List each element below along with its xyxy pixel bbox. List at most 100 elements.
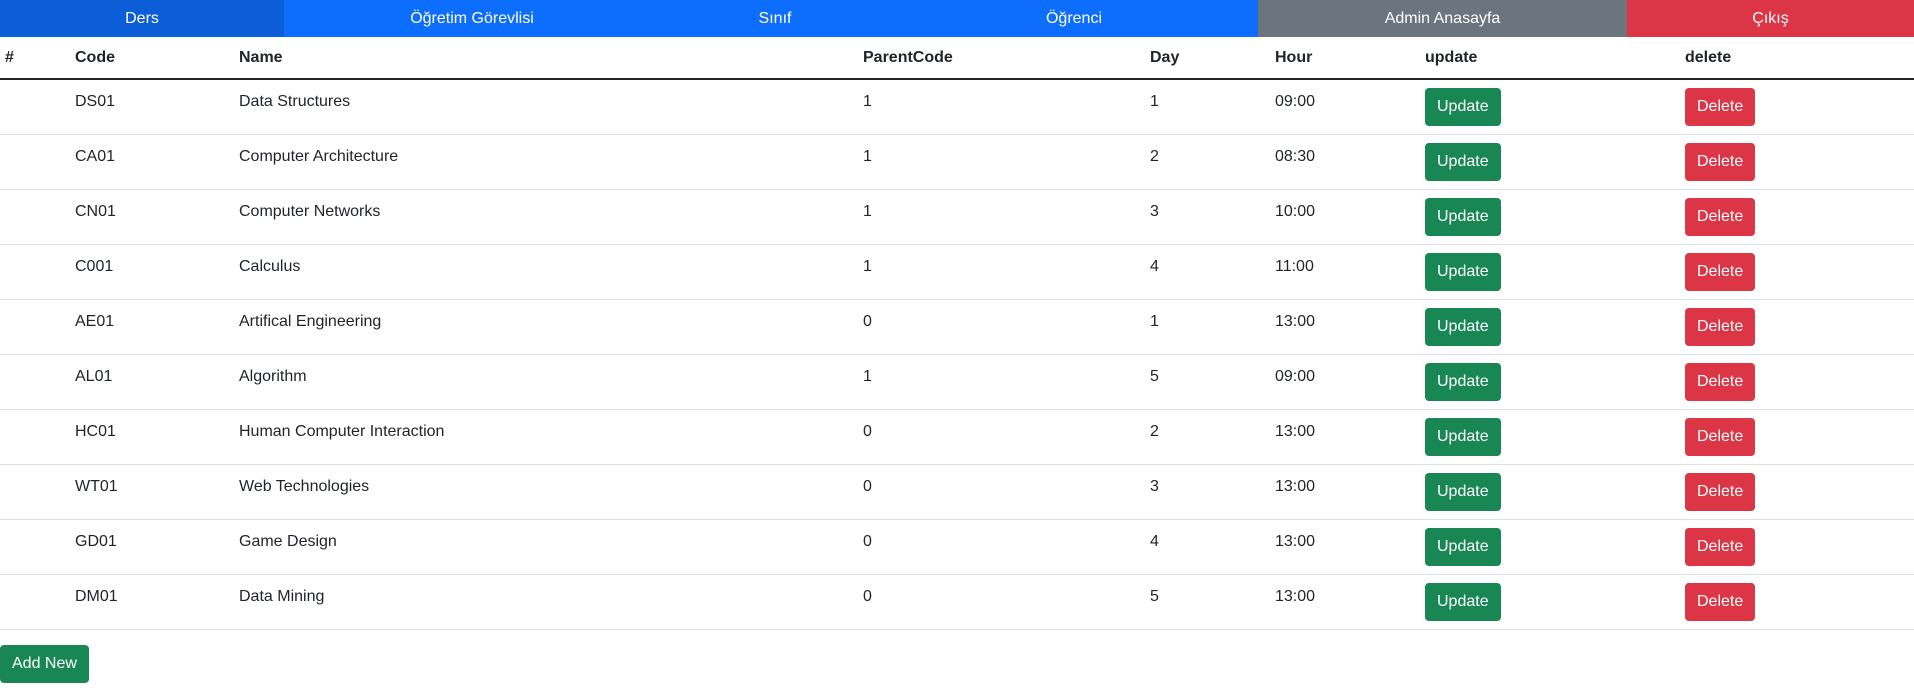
- row-code-cell: CN01: [70, 189, 234, 245]
- row-name-cell: Data Structures: [234, 79, 858, 135]
- nav-ogrenci-button[interactable]: Öğrenci: [890, 0, 1258, 37]
- row-update-cell: Update: [1420, 574, 1680, 630]
- table-row: AL01 Algorithm 1 5 09:00 Update Delete: [0, 354, 1914, 410]
- row-index-cell: [0, 189, 70, 245]
- row-day-cell: 5: [1145, 354, 1270, 410]
- row-update-cell: Update: [1420, 519, 1680, 575]
- row-hour-cell: 09:00: [1270, 79, 1420, 135]
- row-delete-cell: Delete: [1680, 79, 1914, 135]
- row-name-cell: Game Design: [234, 519, 858, 575]
- header-parent-code: ParentCode: [858, 37, 1145, 80]
- delete-button[interactable]: Delete: [1685, 252, 1756, 291]
- row-update-cell: Update: [1420, 244, 1680, 300]
- row-delete-cell: Delete: [1680, 244, 1914, 300]
- header-code: Code: [70, 37, 234, 80]
- row-parent-code-cell: 0: [858, 409, 1145, 465]
- nav-ogretim-gorevlisi-button[interactable]: Öğretim Görevlisi: [284, 0, 660, 37]
- nav-ders-button[interactable]: Ders: [0, 0, 284, 37]
- row-code-cell: AL01: [70, 354, 234, 410]
- row-parent-code-cell: 0: [858, 519, 1145, 575]
- row-name-cell: Web Technologies: [234, 464, 858, 520]
- row-parent-code-cell: 1: [858, 79, 1145, 135]
- row-code-cell: AE01: [70, 299, 234, 355]
- row-day-cell: 4: [1145, 244, 1270, 300]
- table-header: # Code Name ParentCode Day Hour update delete: [0, 37, 1914, 80]
- update-button[interactable]: Update: [1425, 527, 1501, 566]
- row-delete-cell: Delete: [1680, 574, 1914, 630]
- row-name-cell: Computer Architecture: [234, 134, 858, 190]
- update-button[interactable]: Update: [1425, 252, 1501, 291]
- table-row: HC01 Human Computer Interaction 0 2 13:00 Upd…: [0, 409, 1914, 465]
- row-delete-cell: Delete: [1680, 519, 1914, 575]
- row-index-cell: [0, 134, 70, 190]
- row-name-cell: Artifical Engineering: [234, 299, 858, 355]
- row-index-cell: [0, 464, 70, 520]
- row-hour-cell: 13:00: [1270, 464, 1420, 520]
- row-parent-code-cell: 0: [858, 574, 1145, 630]
- header-day: Day: [1145, 37, 1270, 80]
- row-code-cell: HC01: [70, 409, 234, 465]
- update-button[interactable]: Update: [1425, 307, 1501, 346]
- add-new-button[interactable]: Add New: [0, 645, 89, 683]
- row-update-cell: Update: [1420, 134, 1680, 190]
- course-table: # Code Name ParentCode Day Hour update delete D…: [0, 37, 1914, 630]
- row-hour-cell: 13:00: [1270, 519, 1420, 575]
- nav-sinif-button[interactable]: Sınıf: [660, 0, 890, 37]
- table-row: C001 Calculus 1 4 11:00 Update Delete: [0, 244, 1914, 300]
- row-parent-code-cell: 1: [858, 189, 1145, 245]
- row-delete-cell: Delete: [1680, 409, 1914, 465]
- row-day-cell: 5: [1145, 574, 1270, 630]
- row-parent-code-cell: 1: [858, 244, 1145, 300]
- update-button[interactable]: Update: [1425, 142, 1501, 181]
- table-row: GD01 Game Design 0 4 13:00 Update Delete: [0, 519, 1914, 575]
- row-update-cell: Update: [1420, 464, 1680, 520]
- row-update-cell: Update: [1420, 79, 1680, 135]
- delete-button[interactable]: Delete: [1685, 582, 1756, 621]
- update-button[interactable]: Update: [1425, 582, 1501, 621]
- nav-cikis-button[interactable]: Çıkış: [1627, 0, 1914, 37]
- table-row: DS01 Data Structures 1 1 09:00 Update Delete: [0, 79, 1914, 135]
- row-hour-cell: 08:30: [1270, 134, 1420, 190]
- delete-button[interactable]: Delete: [1685, 417, 1756, 456]
- delete-button[interactable]: Delete: [1685, 527, 1756, 566]
- header-update: update: [1420, 37, 1680, 80]
- row-index-cell: [0, 244, 70, 300]
- row-hour-cell: 09:00: [1270, 354, 1420, 410]
- row-day-cell: 3: [1145, 189, 1270, 245]
- update-button[interactable]: Update: [1425, 362, 1501, 401]
- top-nav: Ders Öğretim Görevlisi Sınıf Öğrenci Adm…: [0, 0, 1914, 37]
- row-code-cell: WT01: [70, 464, 234, 520]
- delete-button[interactable]: Delete: [1685, 88, 1756, 126]
- delete-button[interactable]: Delete: [1685, 197, 1756, 236]
- row-delete-cell: Delete: [1680, 299, 1914, 355]
- row-index-cell: [0, 409, 70, 465]
- table-row: CN01 Computer Networks 1 3 10:00 Update Delete: [0, 189, 1914, 245]
- row-hour-cell: 11:00: [1270, 244, 1420, 300]
- delete-button[interactable]: Delete: [1685, 362, 1756, 401]
- delete-button[interactable]: Delete: [1685, 472, 1756, 511]
- row-day-cell: 1: [1145, 299, 1270, 355]
- row-update-cell: Update: [1420, 354, 1680, 410]
- update-button[interactable]: Update: [1425, 417, 1501, 456]
- update-button[interactable]: Update: [1425, 472, 1501, 511]
- delete-button[interactable]: Delete: [1685, 142, 1756, 181]
- header-hour: Hour: [1270, 37, 1420, 80]
- delete-button[interactable]: Delete: [1685, 307, 1756, 346]
- nav-admin-anasayfa-button[interactable]: Admin Anasayfa: [1258, 0, 1627, 37]
- row-hour-cell: 13:00: [1270, 299, 1420, 355]
- update-button[interactable]: Update: [1425, 197, 1501, 236]
- row-parent-code-cell: 1: [858, 134, 1145, 190]
- row-day-cell: 3: [1145, 464, 1270, 520]
- row-code-cell: DM01: [70, 574, 234, 630]
- row-delete-cell: Delete: [1680, 464, 1914, 520]
- row-code-cell: DS01: [70, 79, 234, 135]
- row-name-cell: Computer Networks: [234, 189, 858, 245]
- update-button[interactable]: Update: [1425, 88, 1501, 126]
- row-code-cell: GD01: [70, 519, 234, 575]
- header-delete: delete: [1680, 37, 1914, 80]
- header-index: #: [0, 37, 70, 80]
- row-hour-cell: 13:00: [1270, 574, 1420, 630]
- table-row: WT01 Web Technologies 0 3 13:00 Update Delete: [0, 464, 1914, 520]
- row-hour-cell: 10:00: [1270, 189, 1420, 245]
- row-code-cell: C001: [70, 244, 234, 300]
